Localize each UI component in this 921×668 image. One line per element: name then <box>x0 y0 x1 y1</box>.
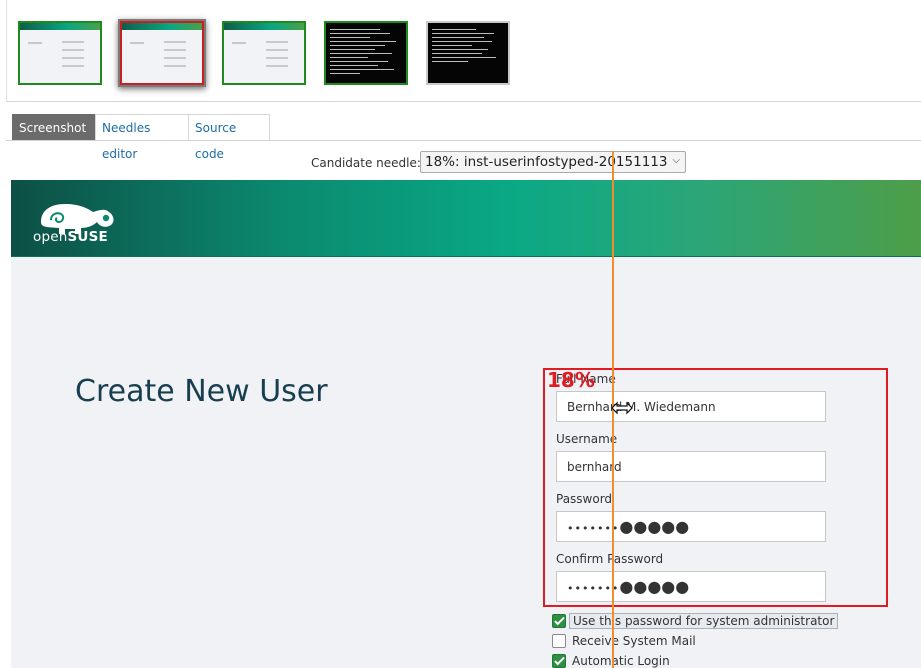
chevron-down-icon: ⌵ <box>672 155 680 166</box>
brand-suffix: SUSE <box>67 229 108 245</box>
thumbnail-1[interactable] <box>18 21 102 85</box>
opensuse-banner: openSUSE <box>11 180 921 256</box>
banner-divider <box>11 256 921 257</box>
tab-source-code[interactable]: Source code <box>188 114 270 161</box>
page-title: Create New User <box>75 374 328 409</box>
automatic-login-label[interactable]: Automatic Login <box>572 654 670 668</box>
thumbnail-4[interactable] <box>324 21 408 85</box>
thumbnail-5[interactable] <box>426 21 510 85</box>
candidate-needle-row: Candidate needle: 18%: inst-userinfostyp… <box>0 151 921 175</box>
candidate-needle-label: Candidate needle: <box>311 156 421 170</box>
tab-bar: Screenshot Needles editor Source code <box>6 114 921 161</box>
thumbnail-strip <box>6 0 921 102</box>
thumbnail-2-selected[interactable] <box>120 21 204 85</box>
screenshot-view: openSUSE Create New User Full Name Bernh… <box>11 180 921 668</box>
receive-system-mail-checkbox[interactable] <box>552 634 566 648</box>
horizontal-resize-icon[interactable] <box>611 401 633 415</box>
brand-wordmark: openSUSE <box>33 229 108 245</box>
automatic-login-checkbox[interactable] <box>552 654 566 668</box>
tab-screenshot[interactable]: Screenshot <box>12 114 96 140</box>
needle-match-area <box>543 368 888 607</box>
use-password-for-admin-checkbox[interactable] <box>552 614 566 628</box>
use-password-for-admin-label[interactable]: Use this password for system administrat… <box>569 613 839 629</box>
tab-needles-editor[interactable]: Needles editor <box>95 114 189 161</box>
brand-prefix: open <box>33 229 68 245</box>
receive-system-mail-label[interactable]: Receive System Mail <box>572 634 696 648</box>
thumbnail-3[interactable] <box>222 21 306 85</box>
match-percent-label: 18% <box>547 368 595 392</box>
candidate-needle-select[interactable]: 18%: inst-userinfostyped-20151113 ⌵ <box>420 151 686 173</box>
candidate-needle-value: 18%: inst-userinfostyped-20151113 <box>425 154 668 170</box>
